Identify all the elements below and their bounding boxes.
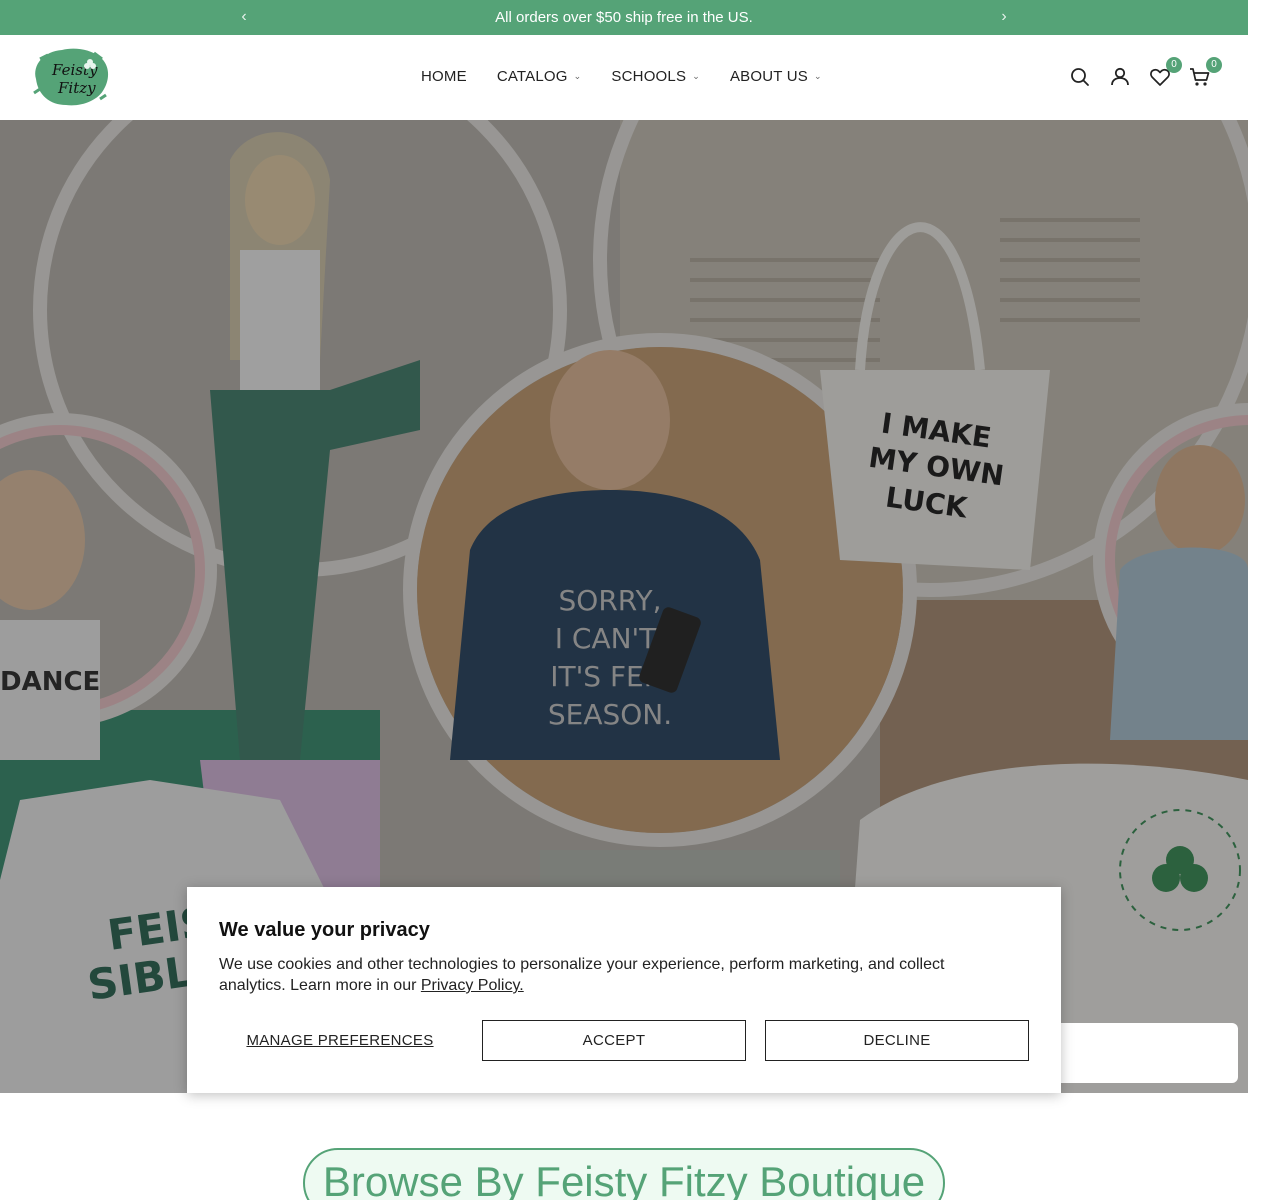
- main-nav: HOME CATALOG ⌄ SCHOOLS ⌄ ABOUT US ⌄: [421, 68, 852, 85]
- nav-catalog[interactable]: CATALOG ⌄: [497, 68, 582, 85]
- announcement-message: All orders over $50 ship free in the US.: [495, 9, 753, 26]
- cookie-body: We use cookies and other technologies to…: [219, 954, 1009, 996]
- nav-schools[interactable]: SCHOOLS ⌄: [611, 68, 700, 85]
- brand-logo[interactable]: Feisty Fitzy: [30, 45, 110, 109]
- browse-heading-pill: Browse By Feisty Fitzy Boutique: [303, 1148, 945, 1200]
- chat-widget-button[interactable]: [1040, 1023, 1238, 1083]
- chevron-down-icon: ⌄: [813, 71, 822, 81]
- chevron-down-icon: ⌄: [573, 71, 582, 81]
- wishlist-count-badge: 0: [1166, 57, 1182, 73]
- nav-about-label: ABOUT US: [729, 68, 808, 85]
- cookie-title: We value your privacy: [219, 919, 430, 941]
- wishlist-button[interactable]: 0: [1148, 57, 1182, 89]
- manage-preferences-button[interactable]: MANAGE PREFERENCES: [219, 1020, 461, 1061]
- cart-count-badge: 0: [1206, 57, 1222, 73]
- decline-button[interactable]: DECLINE: [765, 1020, 1029, 1061]
- privacy-policy-link[interactable]: Privacy Policy.: [421, 977, 524, 994]
- account-icon[interactable]: [1108, 65, 1132, 89]
- search-icon[interactable]: [1068, 65, 1092, 89]
- cookie-consent-dialog: We value your privacy We use cookies and…: [187, 887, 1061, 1093]
- nav-catalog-label: CATALOG: [496, 68, 568, 85]
- cookie-body-text: We use cookies and other technologies to…: [219, 956, 945, 994]
- chevron-down-icon: ⌄: [692, 71, 700, 81]
- nav-home[interactable]: HOME: [421, 68, 467, 85]
- nav-schools-label: SCHOOLS: [611, 68, 687, 85]
- cookie-actions: MANAGE PREFERENCES ACCEPT DECLINE: [219, 1020, 1029, 1061]
- announcement-bar: ‹ All orders over $50 ship free in the U…: [0, 0, 1248, 35]
- header-actions: 0 0: [1068, 57, 1222, 89]
- site-header: Feisty Fitzy HOME CATALOG ⌄ SCHOOLS ⌄ AB…: [0, 35, 1248, 120]
- chevron-right-icon[interactable]: ›: [995, 8, 1013, 26]
- cart-button[interactable]: 0: [1188, 57, 1222, 89]
- nav-about-us[interactable]: ABOUT US ⌄: [730, 68, 822, 85]
- logo-text-line2: Fitzy: [57, 79, 96, 97]
- nav-home-label: HOME: [421, 68, 467, 85]
- browse-heading: Browse By Feisty Fitzy Boutique: [322, 1158, 926, 1200]
- accept-button[interactable]: ACCEPT: [482, 1020, 746, 1061]
